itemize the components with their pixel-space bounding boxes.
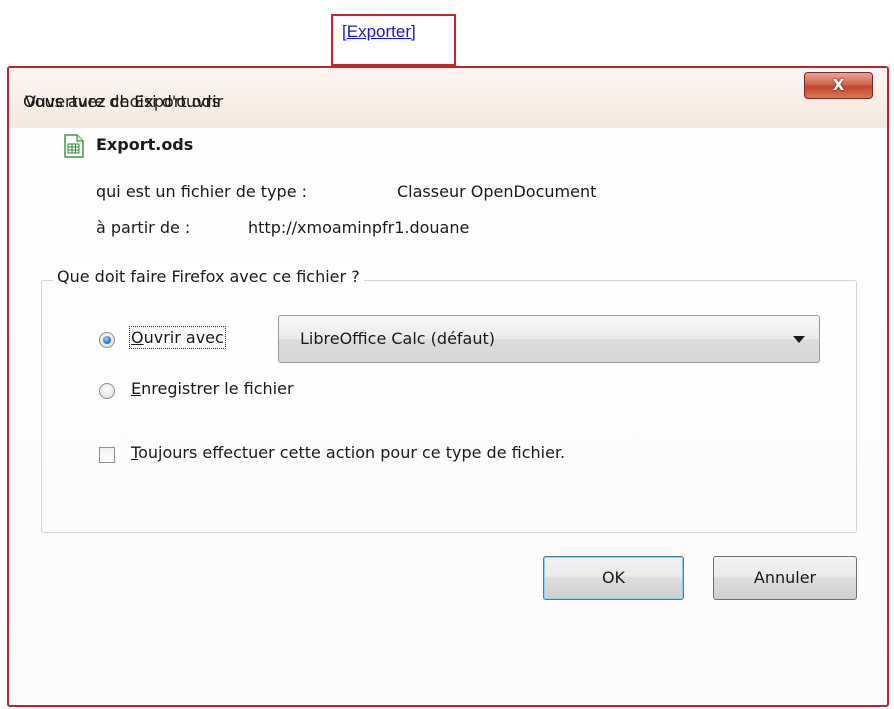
close-bracket: ] xyxy=(410,22,416,41)
always-do-label[interactable]: Toujours effectuer cette action pour ce … xyxy=(131,443,565,462)
action-group-legend: Que doit faire Firefox avec ce fichier ? xyxy=(53,267,364,286)
application-select-value: LibreOffice Calc (défaut) xyxy=(300,329,496,348)
close-button[interactable]: X xyxy=(804,72,873,99)
open-with-accesskey: O xyxy=(131,328,144,347)
save-file-accesskey: E xyxy=(131,379,142,398)
file-source-value: http://xmoaminpfr1.douane xyxy=(248,218,470,237)
file-type-value: Classeur OpenDocument xyxy=(397,182,597,201)
ok-button[interactable]: OK xyxy=(543,556,684,600)
exporter-link-text: Exporter xyxy=(346,22,411,41)
close-icon: X xyxy=(832,76,845,94)
always-do-checkbox[interactable] xyxy=(99,447,115,463)
file-type-label: qui est un fichier de type : xyxy=(96,182,308,201)
spreadsheet-file-icon xyxy=(63,134,85,158)
save-file-radio[interactable] xyxy=(99,383,115,399)
dialog-intro-text: Vous avez choisi d'ouvrir xyxy=(25,92,224,111)
save-file-label[interactable]: Enregistrer le fichier xyxy=(131,379,294,398)
file-name: Export.ods xyxy=(96,135,194,154)
open-with-label[interactable]: Ouvrir avec xyxy=(129,326,226,349)
always-do-accesskey: T xyxy=(131,443,139,462)
application-select[interactable]: LibreOffice Calc (défaut) xyxy=(278,315,820,363)
save-file-label-text: nregistrer le fichier xyxy=(141,379,294,398)
always-do-label-text: oujours effectuer cette action pour ce t… xyxy=(138,443,566,462)
open-with-radio[interactable] xyxy=(99,332,115,348)
open-with-label-text: uvrir avec xyxy=(143,328,224,347)
cancel-button[interactable]: Annuler xyxy=(713,556,857,600)
exporter-link[interactable]: [Exporter] xyxy=(342,22,416,42)
chevron-down-icon xyxy=(793,336,805,343)
file-source-label: à partir de : xyxy=(96,218,191,237)
